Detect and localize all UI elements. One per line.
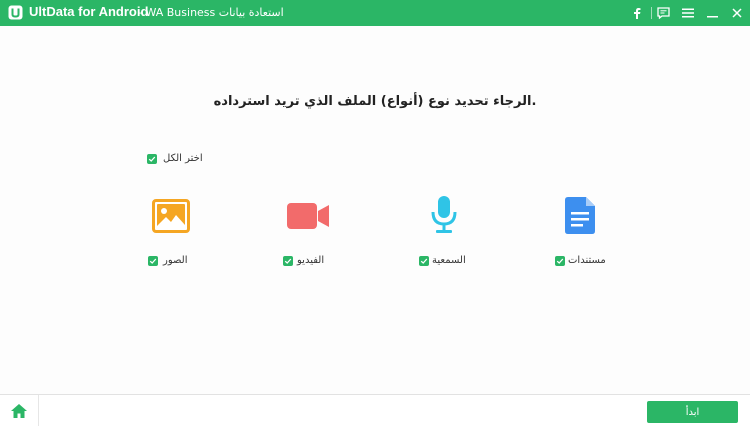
video-checkbox[interactable] (283, 256, 293, 266)
app-name: UltData for Android (29, 4, 149, 19)
checkmark-icon (148, 156, 156, 162)
facebook-button[interactable] (629, 5, 645, 21)
close-button[interactable] (729, 5, 745, 21)
select-all-label[interactable]: اختر الكل (163, 153, 203, 164)
titlebar-separator (651, 7, 652, 19)
main-content: .الرجاء تحديد نوع (أنواع) الملف الذي تري… (0, 26, 750, 394)
document-icon[interactable] (565, 197, 595, 234)
feedback-button[interactable] (655, 5, 671, 21)
audio-label[interactable]: السمعية (432, 255, 466, 266)
audio-checkbox[interactable] (419, 256, 429, 266)
documents-checkbox[interactable] (555, 256, 565, 266)
home-icon[interactable] (10, 403, 28, 419)
menu-icon (682, 8, 694, 18)
bottom-separator (38, 395, 39, 426)
menu-button[interactable] (680, 5, 696, 21)
title-bar: UltData for Android - WA Business استعاد… (0, 0, 750, 26)
bottom-bar: ابدأ (0, 394, 750, 426)
images-label[interactable]: الصور (163, 255, 188, 266)
video-icon[interactable] (287, 203, 329, 229)
facebook-icon (634, 8, 641, 19)
checkmark-icon (556, 258, 564, 264)
minimize-button[interactable] (704, 5, 720, 21)
video-label[interactable]: الفيديو (297, 255, 324, 266)
checkmark-icon (284, 258, 292, 264)
image-icon[interactable] (152, 199, 190, 233)
microphone-icon[interactable] (430, 196, 458, 234)
checkmark-icon (149, 258, 157, 264)
images-checkbox[interactable] (148, 256, 158, 266)
app-logo-icon (8, 5, 23, 20)
minimize-icon (706, 16, 718, 18)
checkmark-icon (420, 258, 428, 264)
select-all-checkbox[interactable] (147, 154, 157, 164)
start-button[interactable]: ابدأ (647, 401, 738, 423)
close-icon (732, 8, 742, 18)
page-heading: .الرجاء تحديد نوع (أنواع) الملف الذي تري… (213, 94, 537, 109)
app-subtitle: - WA Business استعادة بيانات (138, 6, 284, 19)
feedback-icon (656, 7, 670, 19)
documents-label[interactable]: مستندات (568, 255, 606, 266)
